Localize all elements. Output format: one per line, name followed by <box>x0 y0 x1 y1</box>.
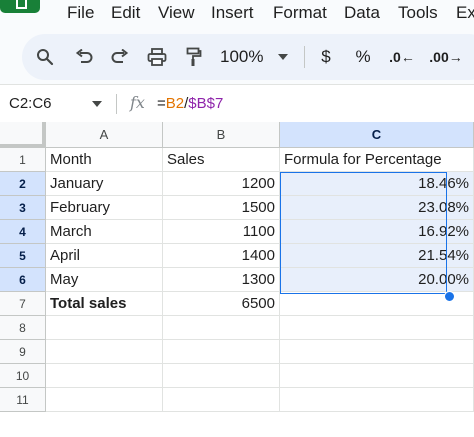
cell-a1[interactable]: Month <box>46 148 163 172</box>
formula-bar-divider <box>116 94 117 114</box>
row-header-6[interactable]: 6 <box>0 268 46 292</box>
cell-c1[interactable]: Formula for Percentage <box>280 148 474 172</box>
formula-equals: = <box>157 95 166 112</box>
row-header-4[interactable]: 4 <box>0 220 46 244</box>
cell-a11[interactable] <box>46 388 163 412</box>
cell-b10[interactable] <box>163 364 280 388</box>
row-header-3[interactable]: 3 <box>0 196 46 220</box>
cell-a6[interactable]: May <box>46 268 163 292</box>
decrease-decimal-button[interactable]: .0← <box>388 46 416 68</box>
row-header-2[interactable]: 2 <box>0 172 46 196</box>
cell-b1[interactable]: Sales <box>163 148 280 172</box>
fx-icon: fx <box>130 93 145 112</box>
menu-bar: File Edit View Insert Format Data Tools … <box>0 0 474 28</box>
row-header-9[interactable]: 9 <box>0 340 46 364</box>
menu-format[interactable]: Format <box>273 3 327 23</box>
cell-a5[interactable]: April <box>46 244 163 268</box>
zoom-value[interactable]: 100% <box>220 46 266 68</box>
cell-c6[interactable]: 20.00% <box>280 268 474 292</box>
formula-input[interactable]: =B2/$B$7 <box>157 95 223 112</box>
paint-format-icon[interactable] <box>183 46 205 68</box>
row-header-10[interactable]: 10 <box>0 364 46 388</box>
formula-ref-b7: $B$7 <box>188 95 224 112</box>
cell-c8[interactable] <box>280 316 474 340</box>
cell-c4[interactable]: 16.92% <box>280 220 474 244</box>
sheets-logo[interactable] <box>0 0 40 13</box>
toolbar: 100% $ % .0← .00→ <box>0 28 474 84</box>
print-icon[interactable] <box>145 46 169 68</box>
cell-c9[interactable] <box>280 340 474 364</box>
toolbar-divider <box>304 46 305 68</box>
cell-a10[interactable] <box>46 364 163 388</box>
cell-b5[interactable]: 1400 <box>163 244 280 268</box>
cell-c3[interactable]: 23.08% <box>280 196 474 220</box>
cell-c2[interactable]: 18.46% <box>280 172 474 196</box>
menu-insert[interactable]: Insert <box>211 3 254 23</box>
cell-a8[interactable] <box>46 316 163 340</box>
formula-bar: C2:C6 fx =B2/$B$7 <box>0 84 474 124</box>
cell-a7[interactable]: Total sales <box>46 292 163 316</box>
zoom-dropdown-icon[interactable] <box>276 46 290 68</box>
name-box-dropdown-icon[interactable] <box>92 101 102 107</box>
cell-c10[interactable] <box>280 364 474 388</box>
menu-view[interactable]: View <box>158 3 195 23</box>
cell-b11[interactable] <box>163 388 280 412</box>
row-header-5[interactable]: 5 <box>0 244 46 268</box>
increase-decimal-button[interactable]: .00→ <box>426 46 466 68</box>
cell-a2[interactable]: January <box>46 172 163 196</box>
row-header-8[interactable]: 8 <box>0 316 46 340</box>
cell-c11[interactable] <box>280 388 474 412</box>
select-all-corner[interactable] <box>0 122 46 148</box>
row-header-11[interactable]: 11 <box>0 388 46 412</box>
percent-format-button[interactable]: % <box>354 46 372 68</box>
menu-file[interactable]: File <box>67 3 94 23</box>
formula-ref-b2: B2 <box>165 95 185 112</box>
menu-edit[interactable]: Edit <box>111 3 140 23</box>
fill-handle[interactable] <box>444 291 455 302</box>
currency-format-button[interactable]: $ <box>317 46 335 68</box>
column-header-b[interactable]: B <box>163 122 280 148</box>
column-header-c[interactable]: C <box>280 122 474 148</box>
search-icon[interactable] <box>34 46 56 68</box>
cell-b4[interactable]: 1100 <box>163 220 280 244</box>
column-header-a[interactable]: A <box>46 122 163 148</box>
undo-icon[interactable] <box>73 46 95 68</box>
cell-a4[interactable]: March <box>46 220 163 244</box>
cell-b2[interactable]: 1200 <box>163 172 280 196</box>
menu-extensions[interactable]: Ex <box>456 3 474 23</box>
cell-a9[interactable] <box>46 340 163 364</box>
cell-b8[interactable] <box>163 316 280 340</box>
row-header-7[interactable]: 7 <box>0 292 46 316</box>
redo-icon[interactable] <box>109 46 131 68</box>
menu-tools[interactable]: Tools <box>398 3 438 23</box>
cell-b9[interactable] <box>163 340 280 364</box>
cell-c5[interactable]: 21.54% <box>280 244 474 268</box>
cell-b6[interactable]: 1300 <box>163 268 280 292</box>
name-box[interactable]: C2:C6 <box>9 95 52 112</box>
spreadsheet-grid: A B C 1 Month Sales Formula for Percentage 2 Jan… <box>0 122 474 437</box>
cell-b7[interactable]: 6500 <box>163 292 280 316</box>
cell-b3[interactable]: 1500 <box>163 196 280 220</box>
menu-data[interactable]: Data <box>344 3 380 23</box>
cell-a3[interactable]: February <box>46 196 163 220</box>
row-header-1[interactable]: 1 <box>0 148 46 172</box>
